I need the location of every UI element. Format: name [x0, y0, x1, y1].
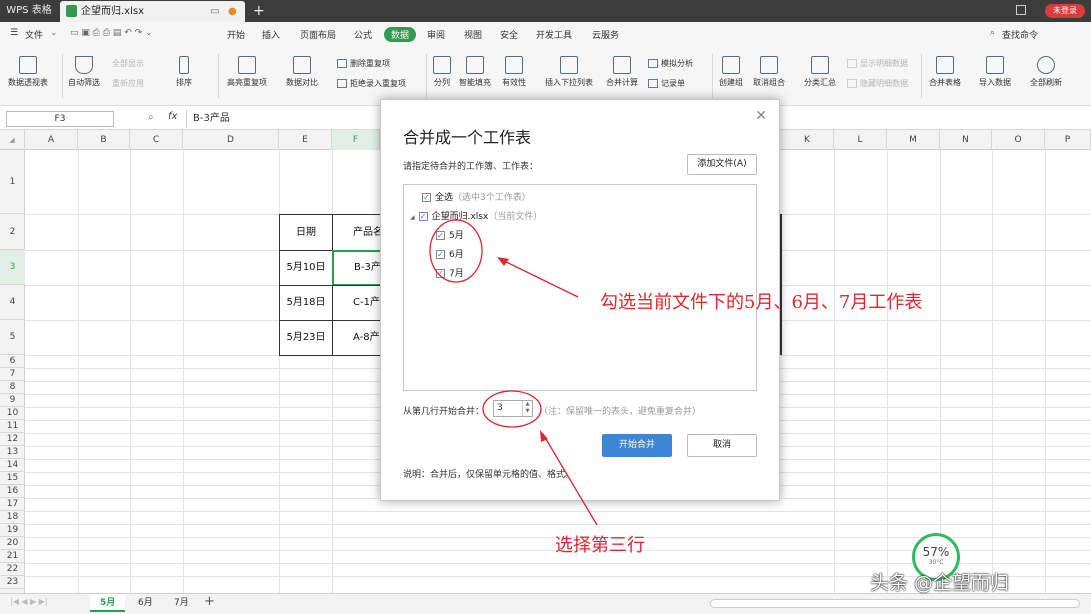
- annotation-arrow-line: [499, 258, 579, 298]
- annotation-text-sheets: 勾选当前文件下的5月、6月、7月工作表: [600, 292, 923, 313]
- annotation-ellipse-row: [482, 390, 542, 428]
- annotation-text-row: 选择第三行: [555, 535, 645, 556]
- annotation-overlay: [429, 219, 598, 526]
- annotation-arrowhead: [497, 257, 509, 266]
- annotation-ellipse-sheets: [429, 219, 483, 283]
- watermark: 头条 @企望而归: [870, 572, 1010, 594]
- gauge-percent: 57%: [922, 545, 950, 559]
- gauge-temp: 30°C: [928, 559, 944, 566]
- annotation-arrow-line: [542, 433, 598, 526]
